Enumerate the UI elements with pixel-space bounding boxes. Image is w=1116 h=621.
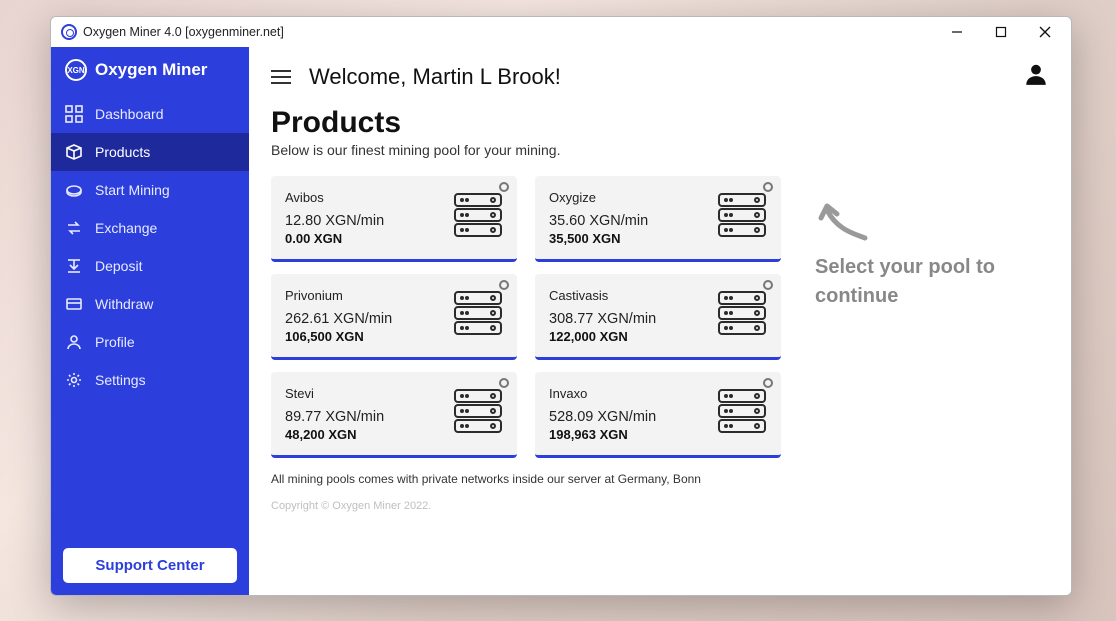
hint-text: Select your pool to continue — [815, 253, 1031, 311]
pool-balance: 0.00 XGN — [285, 231, 384, 246]
sidebar-item-label: Start Mining — [95, 182, 170, 198]
page-subtitle: Below is our finest mining pool for your… — [271, 142, 1049, 158]
sidebar-item-label: Exchange — [95, 220, 157, 236]
brand-logo-icon: XGN — [65, 59, 87, 81]
user-avatar-icon[interactable] — [1023, 61, 1049, 92]
page-title: Products — [271, 106, 1049, 140]
pool-rate: 12.80 XGN/min — [285, 213, 384, 229]
nav: Dashboard Products Start Mining — [51, 95, 249, 399]
minimize-button[interactable] — [935, 17, 979, 47]
server-icon — [451, 384, 505, 443]
pool-name: Castivasis — [549, 288, 656, 303]
products-icon — [65, 143, 83, 161]
sidebar-item-label: Dashboard — [95, 106, 164, 122]
hint-arrow-icon — [815, 200, 871, 242]
pool-card[interactable]: Castivasis 308.77 XGN/min 122,000 XGN — [535, 274, 781, 360]
server-icon — [715, 286, 769, 345]
pool-card[interactable]: Privonium 262.61 XGN/min 106,500 XGN — [271, 274, 517, 360]
pool-rate: 308.77 XGN/min — [549, 311, 656, 327]
footnote: All mining pools comes with private netw… — [271, 472, 1049, 486]
pool-cards-grid: Avibos 12.80 XGN/min 0.00 XGN Oxygize 35… — [271, 176, 781, 458]
pool-name: Privonium — [285, 288, 392, 303]
topbar: Welcome, Martin L Brook! — [249, 47, 1071, 98]
sidebar-item-dashboard[interactable]: Dashboard — [51, 95, 249, 133]
server-icon — [451, 286, 505, 345]
pool-rate: 262.61 XGN/min — [285, 311, 392, 327]
brand: XGN Oxygen Miner — [51, 47, 249, 95]
welcome-text: Welcome, Martin L Brook! — [309, 64, 561, 90]
app-logo-icon — [61, 24, 77, 40]
menu-toggle-button[interactable] — [271, 66, 291, 88]
mining-icon — [65, 181, 83, 199]
radio-indicator-icon — [763, 378, 773, 388]
radio-indicator-icon — [499, 378, 509, 388]
sidebar-item-products[interactable]: Products — [51, 133, 249, 171]
hint-panel: Select your pool to continue — [801, 176, 1031, 311]
sidebar-item-start-mining[interactable]: Start Mining — [51, 171, 249, 209]
brand-name: Oxygen Miner — [95, 60, 207, 80]
pool-rate: 528.09 XGN/min — [549, 409, 656, 425]
pool-rate: 35.60 XGN/min — [549, 213, 648, 229]
pool-card[interactable]: Avibos 12.80 XGN/min 0.00 XGN — [271, 176, 517, 262]
dashboard-icon — [65, 105, 83, 123]
server-icon — [715, 384, 769, 443]
titlebar: Oxygen Miner 4.0 [oxygenminer.net] — [51, 17, 1071, 47]
copyright: Copyright © Oxygen Miner 2022. — [271, 500, 1049, 512]
sidebar-item-settings[interactable]: Settings — [51, 361, 249, 399]
pool-balance: 106,500 XGN — [285, 329, 392, 344]
pool-rate: 89.77 XGN/min — [285, 409, 384, 425]
pool-balance: 122,000 XGN — [549, 329, 656, 344]
pool-name: Stevi — [285, 386, 384, 401]
sidebar-item-deposit[interactable]: Deposit — [51, 247, 249, 285]
window-title: Oxygen Miner 4.0 [oxygenminer.net] — [83, 25, 284, 39]
content: Products Below is our finest mining pool… — [249, 98, 1071, 595]
settings-icon — [65, 371, 83, 389]
pool-card[interactable]: Oxygize 35.60 XGN/min 35,500 XGN — [535, 176, 781, 262]
sidebar: XGN Oxygen Miner Dashboard Products — [51, 47, 249, 595]
app-window: Oxygen Miner 4.0 [oxygenminer.net] XGN O… — [50, 16, 1072, 596]
withdraw-icon — [65, 295, 83, 313]
profile-icon — [65, 333, 83, 351]
pool-balance: 48,200 XGN — [285, 427, 384, 442]
pool-name: Invaxo — [549, 386, 656, 401]
sidebar-item-profile[interactable]: Profile — [51, 323, 249, 361]
radio-indicator-icon — [763, 182, 773, 192]
maximize-button[interactable] — [979, 17, 1023, 47]
radio-indicator-icon — [499, 280, 509, 290]
pool-card[interactable]: Stevi 89.77 XGN/min 48,200 XGN — [271, 372, 517, 458]
sidebar-item-withdraw[interactable]: Withdraw — [51, 285, 249, 323]
main: Welcome, Martin L Brook! Products Below … — [249, 47, 1071, 595]
sidebar-item-label: Products — [95, 144, 150, 160]
support-center-button[interactable]: Support Center — [63, 548, 237, 583]
exchange-icon — [65, 219, 83, 237]
close-button[interactable] — [1023, 17, 1067, 47]
pool-balance: 198,963 XGN — [549, 427, 656, 442]
pool-card[interactable]: Invaxo 528.09 XGN/min 198,963 XGN — [535, 372, 781, 458]
pool-name: Avibos — [285, 190, 384, 205]
deposit-icon — [65, 257, 83, 275]
radio-indicator-icon — [499, 182, 509, 192]
sidebar-item-label: Deposit — [95, 258, 142, 274]
server-icon — [451, 188, 505, 247]
server-icon — [715, 188, 769, 247]
radio-indicator-icon — [763, 280, 773, 290]
pool-name: Oxygize — [549, 190, 648, 205]
pool-balance: 35,500 XGN — [549, 231, 648, 246]
sidebar-item-label: Withdraw — [95, 296, 153, 312]
support-label: Support Center — [95, 557, 204, 574]
sidebar-item-exchange[interactable]: Exchange — [51, 209, 249, 247]
sidebar-item-label: Settings — [95, 372, 146, 388]
sidebar-item-label: Profile — [95, 334, 135, 350]
